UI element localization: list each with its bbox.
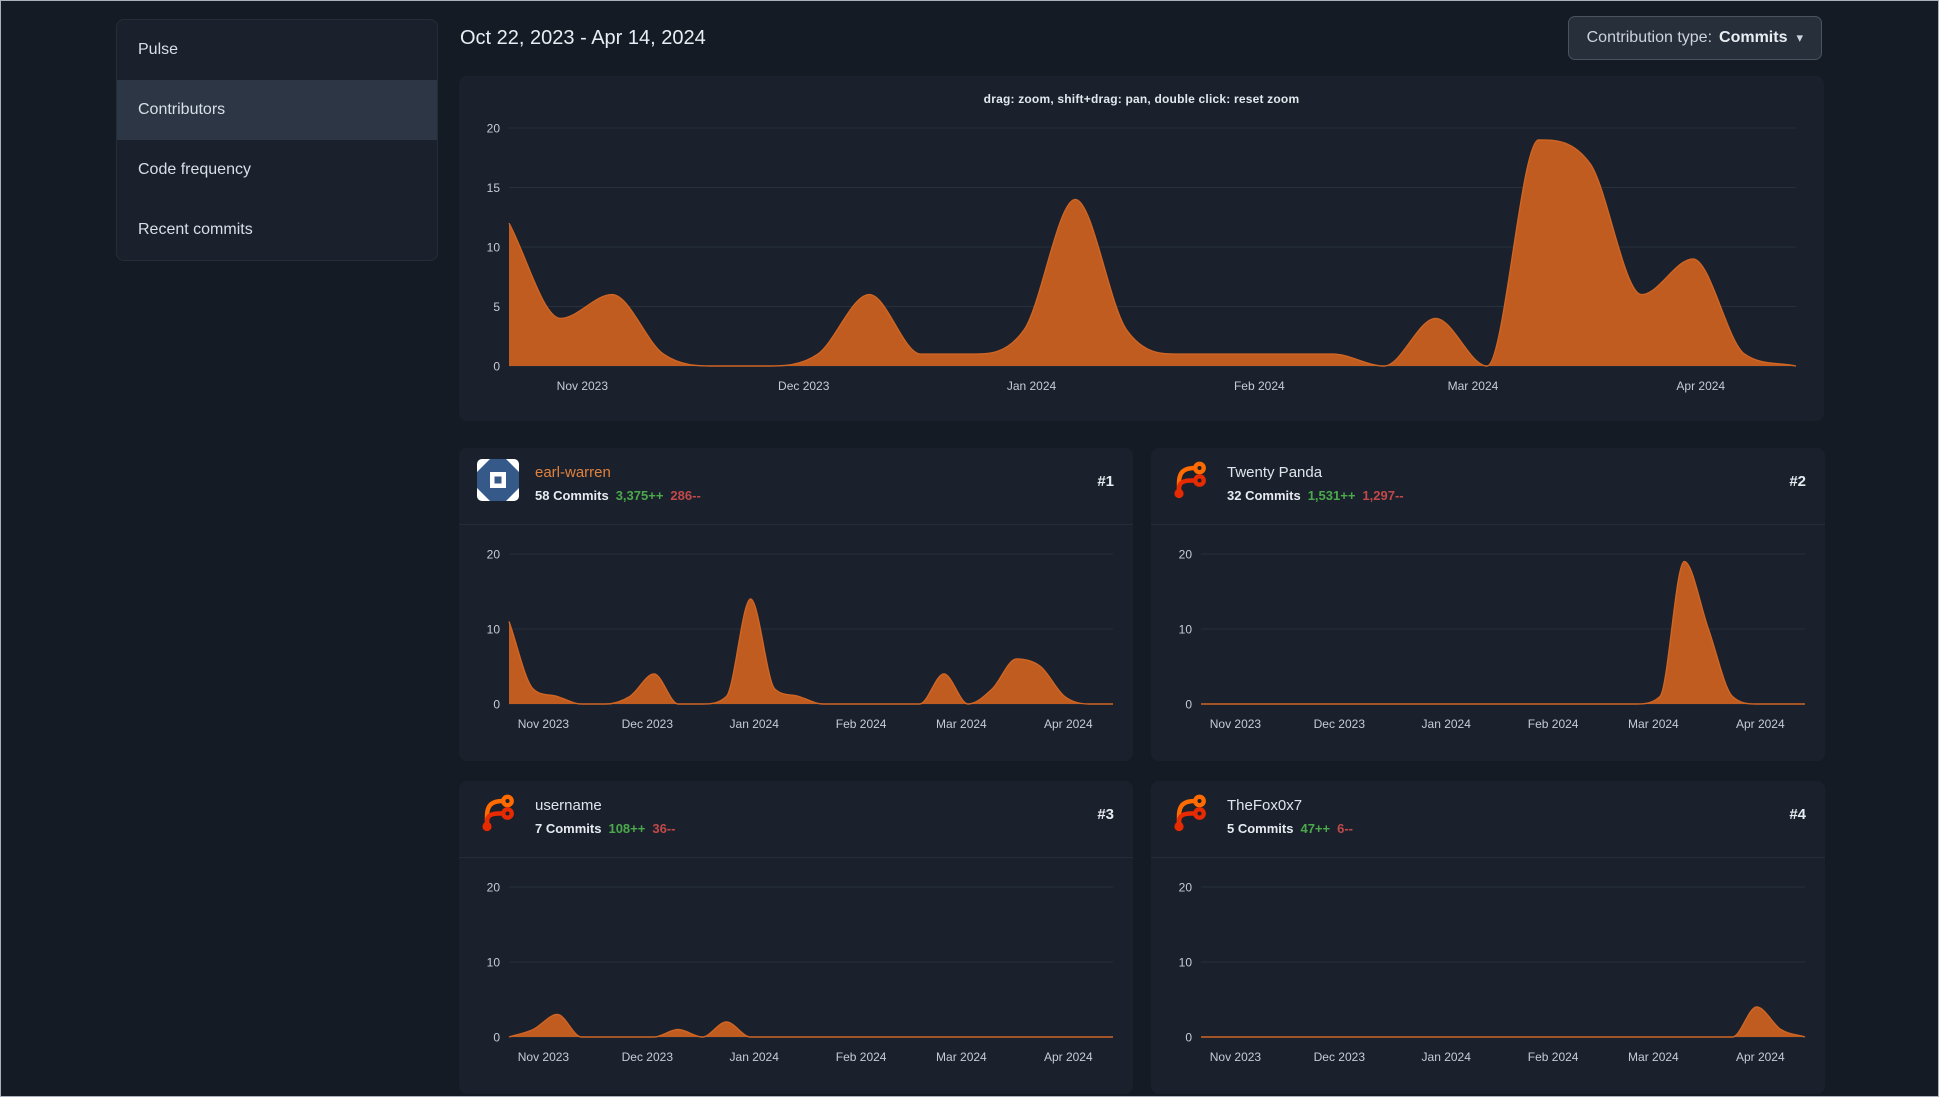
- svg-text:0: 0: [493, 1031, 500, 1045]
- contributor-commits: 58 Commits: [535, 488, 609, 503]
- svg-text:Dec 2023: Dec 2023: [1314, 717, 1366, 731]
- svg-text:Apr 2024: Apr 2024: [1676, 379, 1725, 393]
- sidebar-item-recent-commits[interactable]: Recent commits: [117, 200, 437, 260]
- sidebar-item-pulse[interactable]: Pulse: [117, 20, 437, 80]
- contributor-chart-thefox0x7[interactable]: 0 10 20 Nov 2023 Dec 2023 Jan 2024 Feb 2024 Mar…: [1151, 857, 1825, 1094]
- svg-text:Mar 2024: Mar 2024: [1628, 1050, 1679, 1064]
- activity-sidebar-menu: Pulse Contributors Code frequency Recent…: [116, 19, 438, 261]
- svg-text:10: 10: [487, 623, 501, 637]
- overall-contributions-chart[interactable]: 0 5 10 15 20 Nov 2023 Dec 2023 Jan 2024 Feb 2024…: [459, 76, 1824, 421]
- svg-text:Apr 2024: Apr 2024: [1736, 1050, 1785, 1064]
- svg-text:Dec 2023: Dec 2023: [622, 717, 674, 731]
- svg-text:Apr 2024: Apr 2024: [1736, 717, 1785, 731]
- contributor-name-link[interactable]: Twenty Panda: [1227, 464, 1322, 481]
- contributor-chart-username[interactable]: 0 10 20 Nov 2023 Dec 2023 Jan 2024 Feb 2024 Mar…: [459, 857, 1133, 1094]
- svg-text:Nov 2023: Nov 2023: [1210, 717, 1262, 731]
- forgejo-logo-avatar: [1169, 459, 1211, 501]
- svg-text:10: 10: [1179, 623, 1193, 637]
- svg-text:Feb 2024: Feb 2024: [1528, 717, 1579, 731]
- forgejo-logo-avatar: [1169, 792, 1211, 834]
- contributor-commits: 7 Commits: [535, 821, 602, 836]
- svg-text:Feb 2024: Feb 2024: [1528, 1050, 1579, 1064]
- svg-text:Nov 2023: Nov 2023: [518, 1050, 570, 1064]
- date-range-title: Oct 22, 2023 - Apr 14, 2024: [460, 27, 706, 49]
- contributor-card-1: earl-warren 58 Commits 3,375++ 286-- #1 …: [459, 448, 1133, 761]
- contributor-deletions: 36--: [652, 821, 676, 836]
- svg-text:Jan 2024: Jan 2024: [730, 1050, 780, 1064]
- contributor-stats: 58 Commits 3,375++ 286--: [535, 488, 701, 503]
- svg-text:0: 0: [1185, 1031, 1192, 1045]
- contributor-stats: 7 Commits 108++ 36--: [535, 821, 675, 836]
- contributor-name-link[interactable]: earl-warren: [535, 464, 611, 481]
- svg-text:15: 15: [487, 181, 501, 195]
- svg-text:Mar 2024: Mar 2024: [1628, 717, 1679, 731]
- svg-text:Jan 2024: Jan 2024: [1007, 379, 1057, 393]
- svg-text:Apr 2024: Apr 2024: [1044, 717, 1093, 731]
- svg-text:Dec 2023: Dec 2023: [622, 1050, 674, 1064]
- contributor-card-4: TheFox0x7 5 Commits 47++ 6-- #4 0 10 20 Nov…: [1151, 781, 1825, 1094]
- svg-text:Feb 2024: Feb 2024: [836, 717, 887, 731]
- contributor-deletions: 6--: [1337, 821, 1354, 836]
- contributor-avatar-identicon: [477, 459, 519, 501]
- overall-contributions-panel: drag: zoom, shift+drag: pan, double clic…: [459, 76, 1824, 421]
- contributor-chart-twenty-panda[interactable]: 0 10 20 Nov 2023 Dec 2023 Jan 2024 Feb 2024 Mar…: [1151, 524, 1825, 761]
- contribution-type-value: Commits: [1719, 29, 1788, 46]
- svg-text:Nov 2023: Nov 2023: [1210, 1050, 1262, 1064]
- svg-text:Nov 2023: Nov 2023: [518, 717, 570, 731]
- contributor-additions: 47++: [1300, 821, 1331, 836]
- svg-text:0: 0: [493, 360, 500, 374]
- svg-text:Mar 2024: Mar 2024: [1448, 379, 1499, 393]
- svg-text:20: 20: [487, 548, 501, 562]
- svg-text:Jan 2024: Jan 2024: [1422, 717, 1472, 731]
- repo-activity-contributors-page: Pulse Contributors Code frequency Recent…: [0, 0, 1939, 1097]
- contributor-commits: 32 Commits: [1227, 488, 1301, 503]
- contributor-additions: 1,531++: [1307, 488, 1356, 503]
- contributor-stats: 32 Commits 1,531++ 1,297--: [1227, 488, 1404, 503]
- svg-text:Apr 2024: Apr 2024: [1044, 1050, 1093, 1064]
- svg-text:20: 20: [1179, 548, 1193, 562]
- forgejo-logo-avatar: [477, 792, 519, 834]
- svg-text:Feb 2024: Feb 2024: [1234, 379, 1285, 393]
- contributor-stats: 5 Commits 47++ 6--: [1227, 821, 1353, 836]
- svg-text:Feb 2024: Feb 2024: [836, 1050, 887, 1064]
- contributor-additions: 3,375++: [615, 488, 664, 503]
- contributor-additions: 108++: [608, 821, 646, 836]
- svg-text:Jan 2024: Jan 2024: [730, 717, 780, 731]
- contributor-rank: #2: [1789, 473, 1806, 490]
- contributor-name-link[interactable]: TheFox0x7: [1227, 797, 1302, 814]
- svg-text:10: 10: [487, 241, 501, 255]
- contributor-commits: 5 Commits: [1227, 821, 1294, 836]
- svg-text:0: 0: [493, 698, 500, 712]
- svg-text:Jan 2024: Jan 2024: [1422, 1050, 1472, 1064]
- sidebar-item-code-frequency[interactable]: Code frequency: [117, 140, 437, 200]
- contributor-rank: #4: [1789, 806, 1806, 823]
- svg-text:10: 10: [487, 956, 501, 970]
- sidebar-item-contributors[interactable]: Contributors: [117, 80, 437, 140]
- svg-text:20: 20: [1179, 881, 1193, 895]
- svg-text:Dec 2023: Dec 2023: [778, 379, 830, 393]
- svg-text:20: 20: [487, 122, 501, 136]
- contribution-type-dropdown[interactable]: Contribution type: Commits ▾: [1567, 16, 1822, 60]
- svg-text:Dec 2023: Dec 2023: [1314, 1050, 1366, 1064]
- contributor-deletions: 286--: [670, 488, 701, 503]
- caret-down-icon: ▾: [1796, 30, 1803, 45]
- contributor-card-3: username 7 Commits 108++ 36-- #3 0 10 20 No…: [459, 781, 1133, 1094]
- svg-text:5: 5: [493, 300, 500, 314]
- svg-text:20: 20: [487, 881, 501, 895]
- svg-text:Nov 2023: Nov 2023: [557, 379, 609, 393]
- contributor-card-2: Twenty Panda 32 Commits 1,531++ 1,297-- …: [1151, 448, 1825, 761]
- contributor-name-link[interactable]: username: [535, 797, 602, 814]
- svg-text:Mar 2024: Mar 2024: [936, 717, 987, 731]
- contribution-type-label: Contribution type:: [1586, 29, 1713, 46]
- contributor-deletions: 1,297--: [1362, 488, 1404, 503]
- svg-text:Mar 2024: Mar 2024: [936, 1050, 987, 1064]
- svg-text:10: 10: [1179, 956, 1193, 970]
- contributor-rank: #3: [1097, 806, 1114, 823]
- svg-text:0: 0: [1185, 698, 1192, 712]
- contributor-rank: #1: [1097, 473, 1114, 490]
- contributor-chart-earl-warren[interactable]: 0 10 20 Nov 2023 Dec 2023 Jan 2024 Feb 2024 Mar…: [459, 524, 1133, 761]
